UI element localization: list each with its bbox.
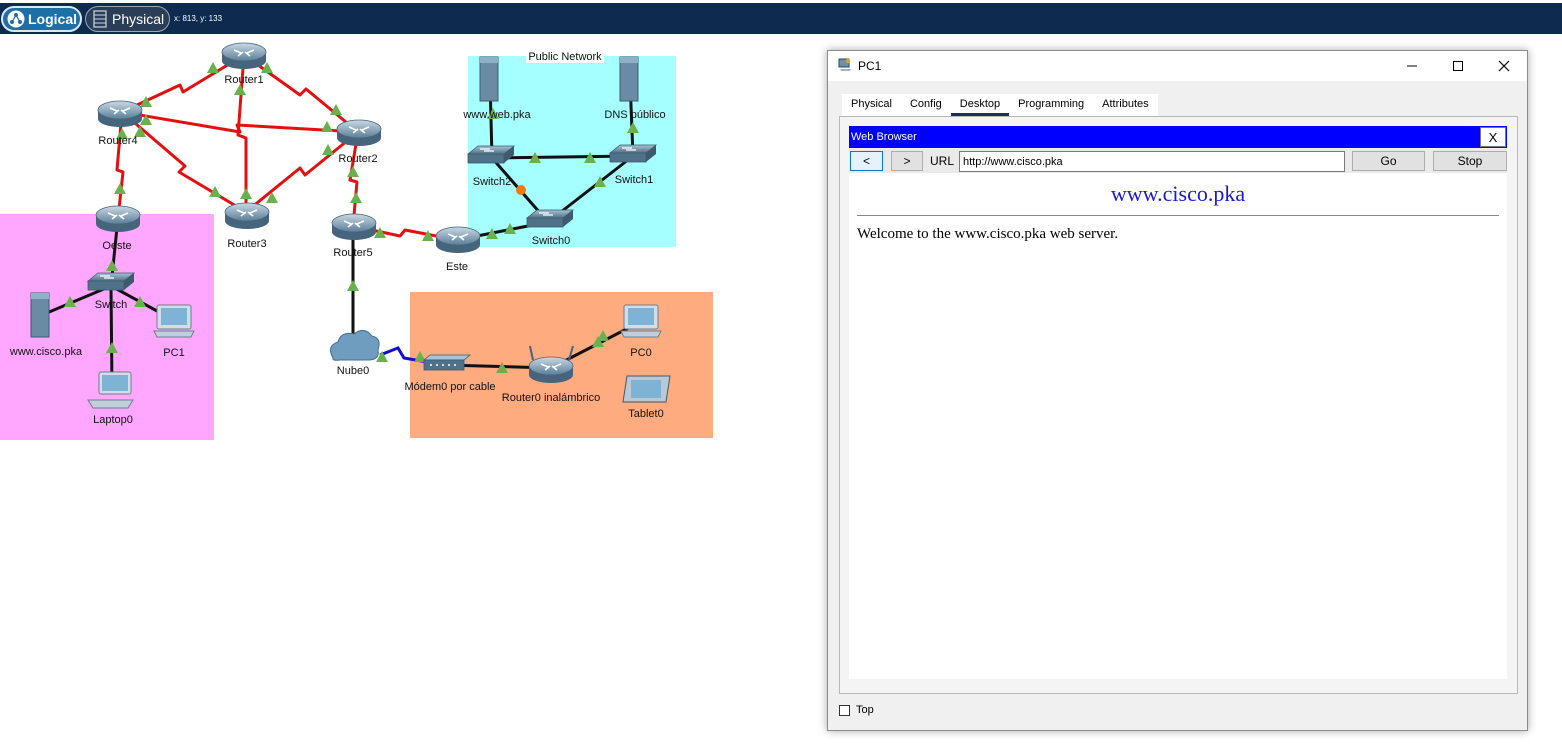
dns-publico-server[interactable] — [619, 56, 639, 102]
router4-label: Router4 — [98, 135, 137, 147]
pc1-device[interactable] — [153, 304, 195, 338]
close-button[interactable] — [1481, 51, 1527, 81]
close-icon — [1498, 60, 1510, 72]
este-label: Este — [446, 261, 468, 273]
www-cisco-server[interactable] — [30, 292, 50, 338]
tab-config[interactable]: Config — [900, 94, 951, 116]
web-browser-close-button[interactable]: X — [1480, 127, 1506, 147]
logical-view-label: Logical — [28, 11, 78, 27]
minimize-icon — [1407, 65, 1417, 67]
window-title: PC1 — [858, 59, 882, 73]
maximize-icon — [1453, 61, 1463, 71]
pc0-label: PC0 — [630, 347, 651, 359]
tab-desktop[interactable]: Desktop — [950, 94, 1010, 116]
switch-label: Switch — [95, 299, 127, 311]
page-text: Welcome to the www.cisco.pka web server. — [857, 226, 1119, 242]
router3[interactable] — [224, 202, 270, 230]
minimize-button[interactable] — [1389, 51, 1435, 81]
maximize-button[interactable] — [1435, 51, 1481, 81]
router5[interactable] — [331, 213, 377, 241]
url-label: URL — [930, 154, 955, 168]
dns-publico-label: DNS público — [604, 109, 665, 121]
router5-label: Router5 — [333, 247, 372, 259]
switch1-device[interactable] — [609, 144, 657, 163]
cable-modem[interactable] — [422, 354, 472, 371]
forward-button[interactable]: > — [891, 151, 923, 171]
browser-nav-bar: < > URL Go Stop — [849, 149, 1507, 173]
browser-page[interactable]: www.cisco.pka Welcome to the www.cisco.p… — [849, 173, 1507, 679]
switch-local[interactable] — [87, 272, 135, 291]
router2-label: Router2 — [338, 153, 377, 165]
public-network-label: Public Network — [528, 51, 602, 63]
desktop-panel: Web Browser X < > URL Go Stop www.cisco.… — [839, 116, 1518, 694]
pc0-device[interactable] — [620, 304, 662, 338]
web-browser-titlebar: Web Browser — [849, 126, 1507, 148]
laptop0-label: Laptop0 — [93, 414, 133, 426]
router1-label: Router1 — [224, 74, 263, 86]
este-router[interactable] — [435, 226, 481, 254]
oeste-label: Oeste — [102, 240, 131, 252]
page-heading: www.cisco.pka — [1110, 181, 1246, 206]
physical-view-button[interactable]: Physical — [85, 6, 170, 32]
tablet0-label: Tablet0 — [628, 408, 663, 420]
pc1-label: PC1 — [163, 347, 184, 359]
router3-label: Router3 — [227, 238, 266, 250]
back-button[interactable]: < — [850, 151, 883, 171]
switch0-label: Switch0 — [532, 235, 571, 247]
device-tabs: Physical Config Desktop Programming Attr… — [842, 94, 1158, 116]
router1[interactable] — [221, 42, 267, 70]
www-web-label: www.web.pka — [462, 109, 531, 121]
rack-icon — [93, 10, 107, 28]
tab-attributes[interactable]: Attributes — [1093, 94, 1158, 116]
serial-links — [115, 53, 458, 242]
logical-view-button[interactable]: Logical — [1, 6, 82, 32]
tab-physical[interactable]: Physical — [842, 94, 901, 116]
stop-button[interactable]: Stop — [1433, 151, 1507, 171]
url-input[interactable] — [959, 151, 1345, 172]
router4[interactable] — [97, 100, 143, 128]
top-checkbox[interactable]: Top — [839, 704, 874, 716]
top-checkbox-label: Top — [856, 704, 874, 716]
router0-wireless-label: Router0 inalámbrico — [502, 392, 600, 404]
tab-programming[interactable]: Programming — [1009, 94, 1094, 116]
top-checkbox-box[interactable] — [839, 704, 850, 716]
switch2-label: Switch2 — [473, 176, 512, 188]
physical-view-label: Physical — [112, 11, 165, 27]
pc-icon — [838, 58, 851, 71]
nube0-cloud[interactable] — [329, 330, 380, 361]
pending-link-indicator — [516, 185, 526, 195]
go-button[interactable]: Go — [1352, 151, 1425, 171]
www-web-server[interactable] — [479, 56, 499, 102]
window-titlebar[interactable]: PC1 — [828, 51, 1527, 81]
cursor-coordinates: x: 813, y: 133 — [174, 14, 223, 23]
nube0-label: Nube0 — [337, 365, 369, 377]
www-cisco-label: www.cisco.pka — [9, 346, 83, 358]
switch0-device[interactable] — [526, 209, 574, 228]
modem-label: Módem0 por cable — [404, 381, 495, 393]
logical-topology-icon — [7, 10, 25, 28]
page-divider — [857, 215, 1499, 216]
top-toolbar: Logical Physical x: 813, y: 133 — [0, 0, 1562, 34]
tablet0-device[interactable] — [622, 375, 671, 403]
oeste-router[interactable] — [95, 205, 141, 233]
switch2-device[interactable] — [467, 145, 515, 164]
pc1-window: PC1 Physical Config Desktop Programming … — [827, 50, 1528, 731]
switch1-label: Switch1 — [615, 174, 654, 186]
router2[interactable] — [336, 119, 382, 147]
